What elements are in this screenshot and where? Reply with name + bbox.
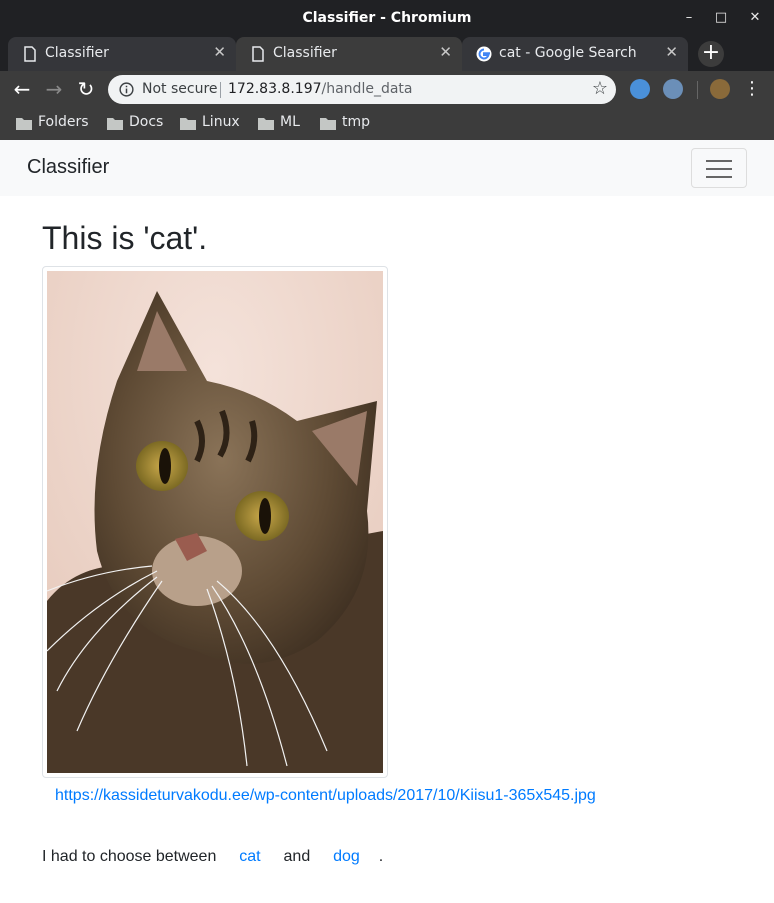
url-host: 172.83.8.197 xyxy=(228,81,322,97)
choice-prefix: I had to choose between xyxy=(42,848,217,865)
image-source-link[interactable]: https://kassideturvakodu.ee/wp-content/u… xyxy=(55,787,596,805)
url-text[interactable]: 172.83.8.197/handle_data xyxy=(228,81,412,97)
close-tab-icon[interactable]: ✕ xyxy=(439,43,452,61)
menu-icon[interactable]: ⋮ xyxy=(740,77,764,101)
tab-classifier-1[interactable]: Classifier ✕ xyxy=(8,37,236,71)
bookmarks-bar: Folders Docs Linux ML tmp xyxy=(0,108,774,140)
navbar-toggler-button[interactable] xyxy=(691,148,747,188)
google-icon xyxy=(476,46,492,62)
option-dog-link[interactable]: dog xyxy=(333,848,360,865)
extension-icon[interactable] xyxy=(663,79,683,99)
bookmark-label: Folders xyxy=(38,114,89,130)
classified-image xyxy=(42,266,388,778)
omnibox-divider xyxy=(220,82,221,98)
back-icon[interactable]: ← xyxy=(10,77,34,101)
profile-avatar[interactable] xyxy=(710,79,730,99)
close-window-icon[interactable]: ✕ xyxy=(746,9,764,27)
cat-photo xyxy=(47,271,383,773)
reload-icon[interactable]: ↻ xyxy=(74,77,98,101)
choice-sentence: I had to choose between cat and dog . xyxy=(42,848,383,866)
choice-suffix: . xyxy=(378,848,384,865)
page-icon xyxy=(24,46,36,62)
bookmark-label: Docs xyxy=(129,114,164,130)
forward-icon[interactable]: → xyxy=(42,77,66,101)
page-navbar: Classifier xyxy=(0,140,774,196)
bookmark-star-icon[interactable]: ☆ xyxy=(592,78,608,99)
choice-conjunction: and xyxy=(283,848,311,865)
url-path: /handle_data xyxy=(321,81,413,97)
tab-strip: Classifier ✕ Classifier ✕ cat - Google S… xyxy=(0,37,774,71)
close-tab-icon[interactable]: ✕ xyxy=(213,43,226,61)
maximize-icon[interactable]: □ xyxy=(712,9,730,27)
option-cat-link[interactable]: cat xyxy=(239,848,260,865)
hamburger-icon-line xyxy=(706,168,732,170)
page-title: This is 'cat'. xyxy=(42,220,208,256)
bookmark-label: ML xyxy=(280,114,300,130)
close-tab-icon[interactable]: ✕ xyxy=(665,43,678,61)
tab-google-search[interactable]: cat - Google Search ✕ xyxy=(462,37,688,71)
info-icon[interactable] xyxy=(119,82,134,97)
minimize-icon[interactable]: – xyxy=(680,9,698,27)
security-label[interactable]: Not secure xyxy=(142,81,218,97)
folder-icon xyxy=(16,118,32,130)
bookmark-label: Linux xyxy=(202,114,240,130)
address-bar[interactable]: Not secure 172.83.8.197/handle_data ☆ xyxy=(108,75,616,104)
window-title: Classifier - Chromium xyxy=(302,10,472,26)
browser-toolbar: ← → ↻ Not secure 172.83.8.197/handle_dat… xyxy=(0,71,774,108)
hamburger-icon-line xyxy=(706,176,732,178)
folder-icon xyxy=(320,118,336,130)
tab-label: cat - Google Search xyxy=(499,45,637,61)
hamburger-icon-line xyxy=(706,160,732,162)
folder-icon xyxy=(180,118,196,130)
tab-classifier-2[interactable]: Classifier ✕ xyxy=(236,37,462,71)
extension-icon[interactable] xyxy=(630,79,650,99)
folder-icon xyxy=(107,118,123,130)
navbar-brand[interactable]: Classifier xyxy=(27,156,109,179)
page-icon xyxy=(252,46,264,62)
window-titlebar: Classifier - Chromium – □ ✕ xyxy=(0,0,774,37)
tab-label: Classifier xyxy=(45,45,109,61)
toolbar-divider xyxy=(697,81,698,99)
bookmark-label: tmp xyxy=(342,114,371,130)
folder-icon xyxy=(258,118,274,130)
tab-label: Classifier xyxy=(273,45,337,61)
new-tab-button[interactable]: + xyxy=(698,41,724,67)
